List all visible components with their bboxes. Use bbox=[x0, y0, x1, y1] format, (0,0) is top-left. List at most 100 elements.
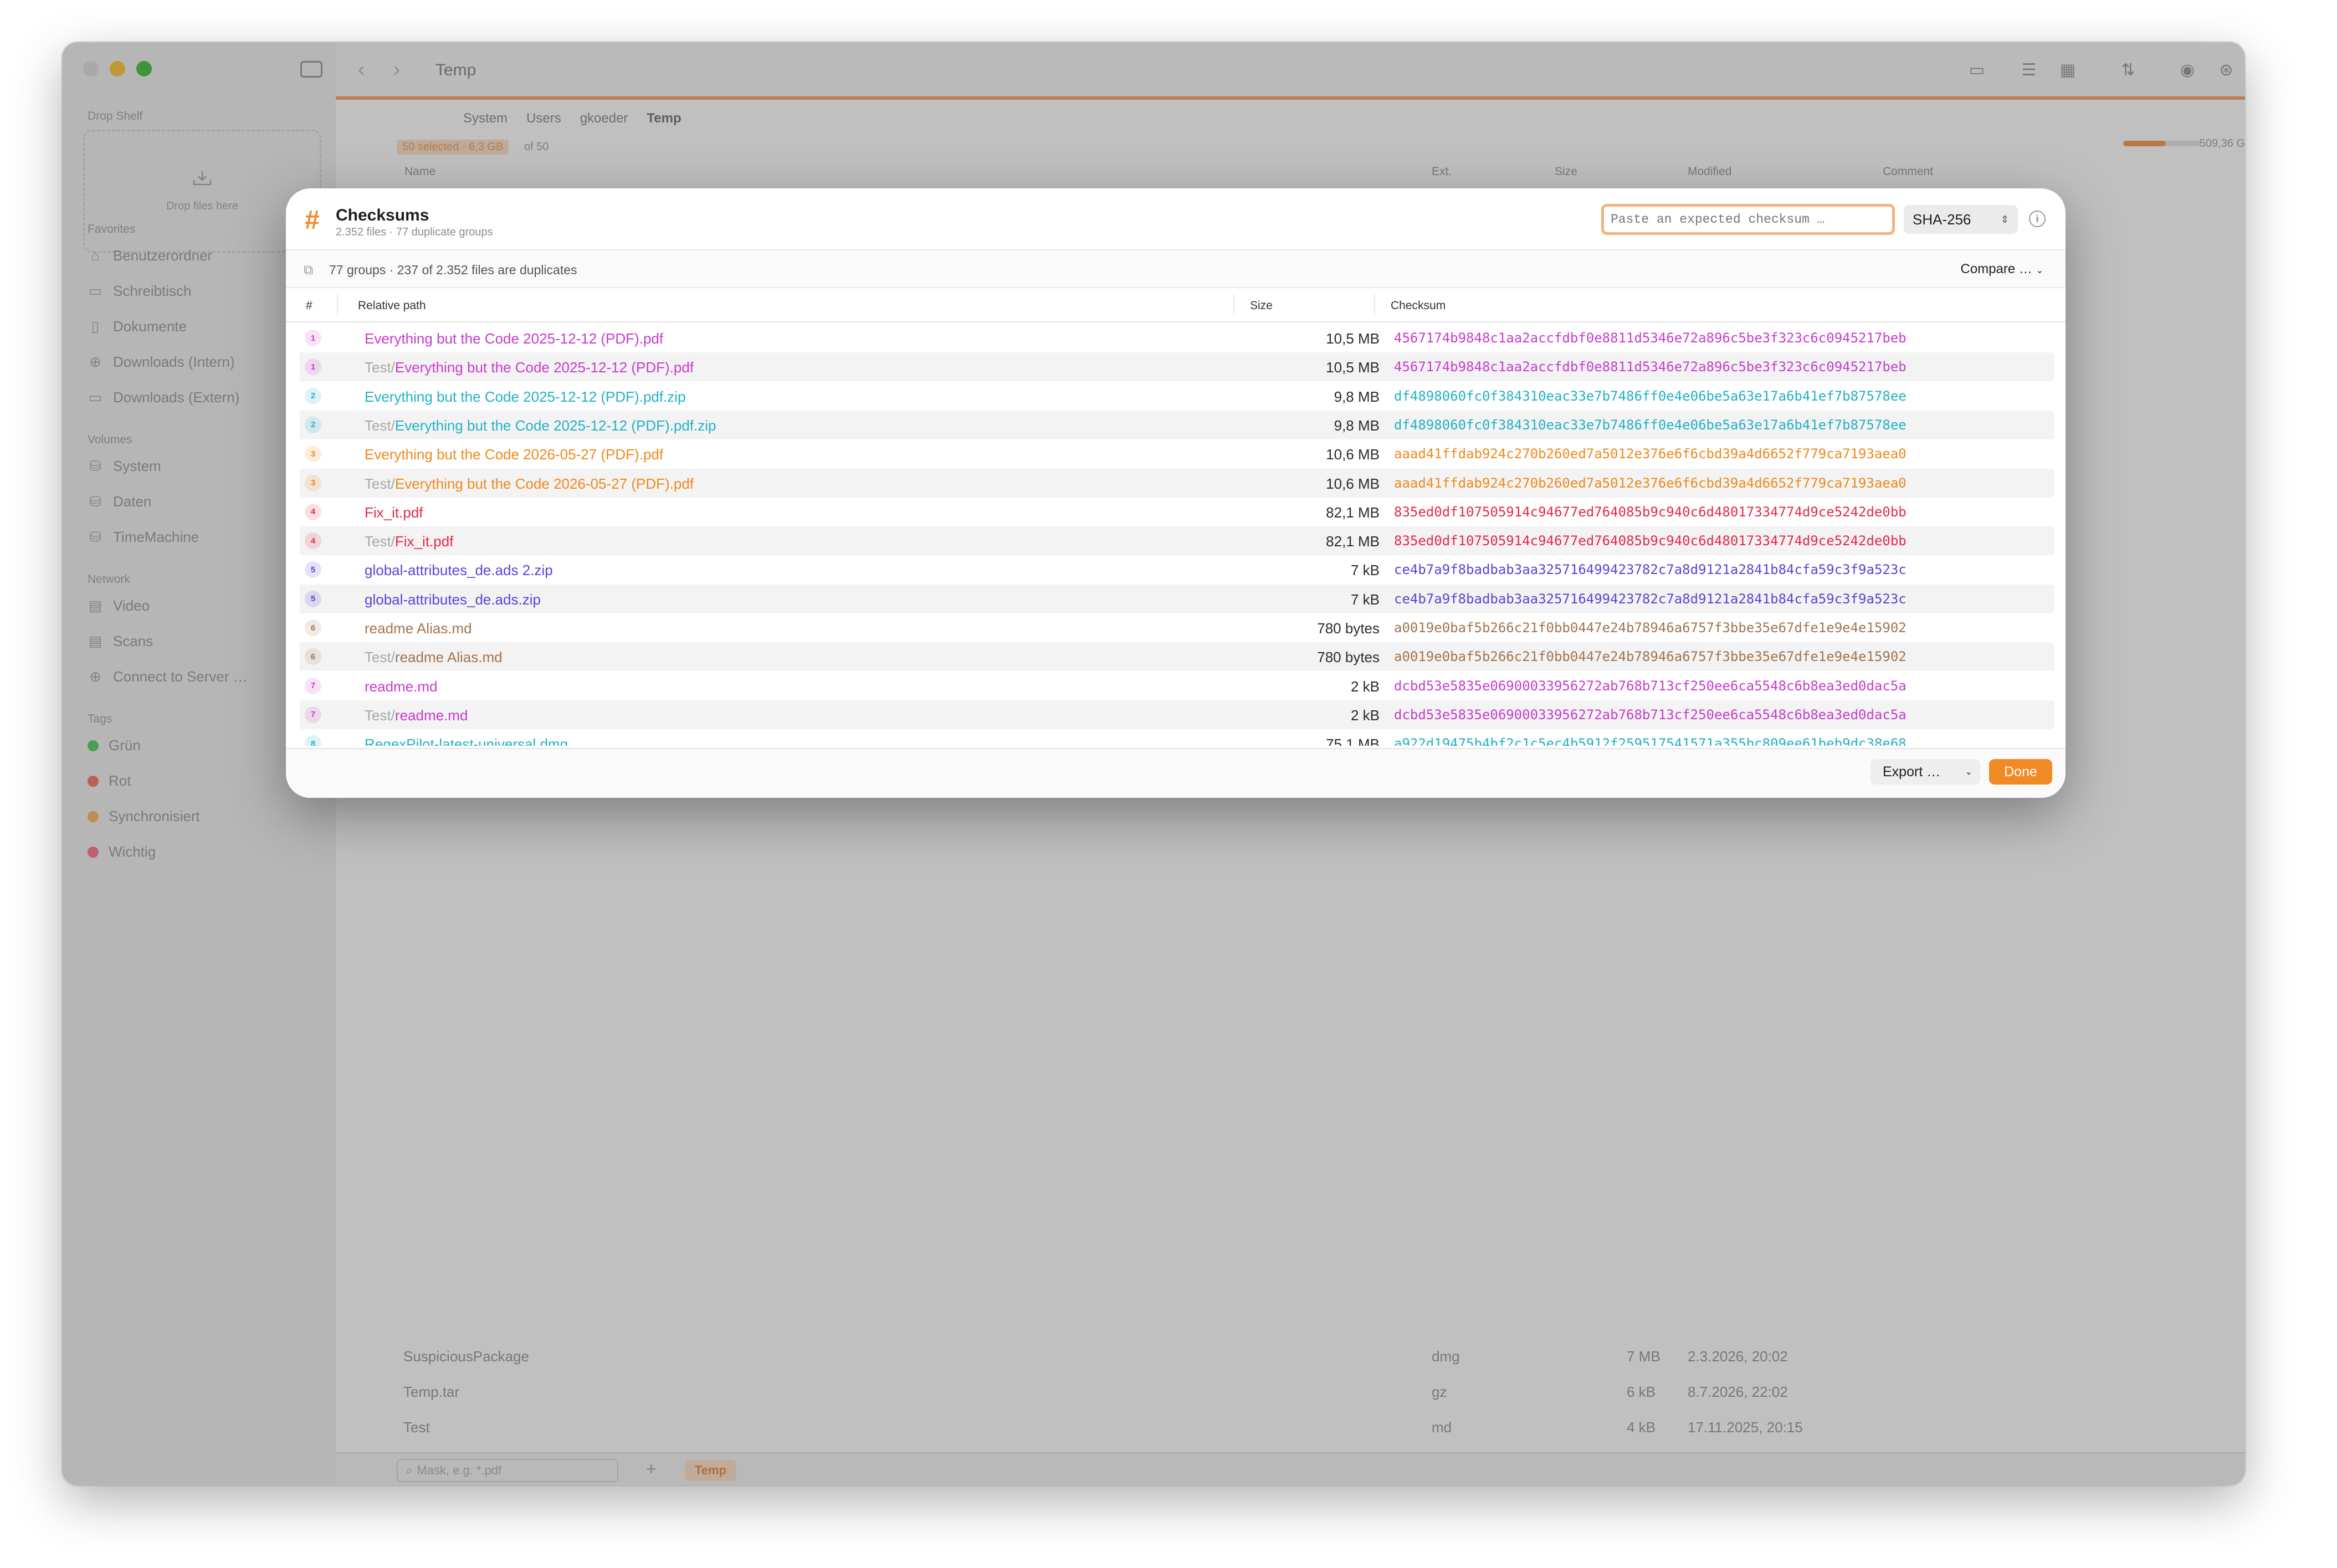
file-size: 75,1 MB bbox=[1326, 736, 1380, 746]
file-size: 780 bytes bbox=[1317, 620, 1380, 637]
column-divider bbox=[1374, 295, 1375, 315]
dialog-title: Checksums bbox=[336, 206, 429, 224]
file-size: 10,5 MB bbox=[1326, 359, 1380, 376]
checksum-value: ce4b7a9f8badbab3aa325716499423782c7a8d91… bbox=[1394, 591, 1906, 607]
group-badge: 8 bbox=[305, 735, 321, 746]
file-name: readme.md bbox=[394, 706, 468, 724]
table-row[interactable]: 5 global-attributes_de.ads.zip 7 kB ce4b7a9… bbox=[299, 584, 2054, 613]
checksum-value: dcbd53e5835e06900033956272ab768b713cf250… bbox=[1394, 678, 1906, 694]
relative-path: readme Alias.md bbox=[365, 620, 472, 637]
group-badge: 1 bbox=[305, 330, 321, 346]
file-name: RegexPilot-latest-universal.dmg bbox=[365, 736, 568, 746]
table-header: # Relative path Size Checksum bbox=[286, 287, 2066, 322]
relative-path: Fix_it.pdf bbox=[365, 504, 423, 521]
chevron-down-icon: ⌄ bbox=[1965, 767, 1972, 777]
duplicate-summary: 77 groups · 237 of 2.352 files are dupli… bbox=[329, 263, 577, 277]
file-name: readme Alias.md bbox=[365, 620, 472, 637]
file-size: 10,6 MB bbox=[1326, 446, 1380, 463]
file-name: readme Alias.md bbox=[394, 649, 503, 666]
checksum-value: a0019e0baf5b266c21f0bb0447e24b78946a6757… bbox=[1394, 649, 1906, 665]
file-name: Everything but the Code 2026-05-27 (PDF)… bbox=[394, 475, 694, 492]
table-row[interactable]: 4 Test/Fix_it.pdf 82,1 MB 835ed0df107505914… bbox=[299, 526, 2054, 556]
file-size: 2 kB bbox=[1350, 706, 1380, 724]
done-button[interactable]: Done bbox=[1989, 759, 2052, 785]
path-prefix: Test/ bbox=[365, 475, 395, 492]
checksum-value: 4567174b9848c1aa2accfdbf0e8811d5346e72a8… bbox=[1394, 359, 1906, 375]
checksum-value: df4898060fc0f384310eac33e7b7486ff0e4e06b… bbox=[1394, 417, 1906, 433]
table-row[interactable]: 3 Everything but the Code 2026-05-27 (PDF… bbox=[299, 439, 2054, 468]
column-divider bbox=[337, 295, 338, 315]
path-prefix: Test/ bbox=[365, 649, 395, 666]
group-badge: 3 bbox=[305, 445, 321, 463]
table-row[interactable]: 5 global-attributes_de.ads 2.zip 7 kB ce4b7… bbox=[299, 555, 2054, 584]
export-button[interactable]: Export … ⌄ bbox=[1870, 759, 1980, 785]
compare-menu-button[interactable]: Compare … ⌄ bbox=[1961, 262, 2043, 277]
relative-path: Everything but the Code 2025-12-12 (PDF)… bbox=[365, 330, 663, 347]
group-badge: 2 bbox=[305, 387, 321, 404]
file-name: Everything but the Code 2025-12-12 (PDF)… bbox=[365, 330, 664, 347]
relative-path: global-attributes_de.ads 2.zip bbox=[365, 562, 553, 579]
table-row[interactable]: 6 readme Alias.md 780 bytes a0019e0baf5b266… bbox=[299, 613, 2054, 642]
column-relative-path[interactable]: Relative path bbox=[358, 299, 426, 312]
table-row[interactable]: 1 Everything but the Code 2025-12-12 (PDF… bbox=[299, 324, 2054, 352]
checksum-value: aaad41ffdab924c270b260ed7a5012e376e6f6cb… bbox=[1394, 475, 1906, 491]
relative-path: Test/Everything but the Code 2025-12-12 … bbox=[365, 417, 716, 434]
file-name: global-attributes_de.ads 2.zip bbox=[365, 562, 553, 579]
table-row[interactable]: 7 Test/readme.md 2 kB dcbd53e5835e069000339… bbox=[299, 700, 2054, 729]
relative-path: global-attributes_de.ads.zip bbox=[365, 591, 541, 608]
relative-path: Test/Everything but the Code 2026-05-27 … bbox=[365, 475, 694, 493]
column-group-number[interactable]: # bbox=[306, 299, 312, 312]
relative-path: Test/readme Alias.md bbox=[365, 649, 503, 666]
file-size: 7 kB bbox=[1350, 591, 1380, 608]
compare-label: Compare … bbox=[1960, 262, 2032, 276]
checksum-value: 4567174b9848c1aa2accfdbf0e8811d5346e72a8… bbox=[1394, 330, 1906, 346]
checksum-value: dcbd53e5835e06900033956272ab768b713cf250… bbox=[1394, 706, 1906, 722]
file-name: Fix_it.pdf bbox=[365, 504, 423, 521]
table-row[interactable]: 7 readme.md 2 kB dcbd53e5835e06900033956272… bbox=[299, 672, 2054, 700]
group-badge: 2 bbox=[305, 416, 321, 433]
file-size: 780 bytes bbox=[1317, 649, 1380, 666]
group-badge: 1 bbox=[305, 358, 321, 376]
group-badge: 4 bbox=[305, 532, 321, 550]
file-name: Everything but the Code 2025-12-12 (PDF)… bbox=[394, 417, 716, 434]
file-name: Everything but the Code 2025-12-12 (PDF)… bbox=[365, 388, 686, 405]
group-badge: 5 bbox=[305, 561, 321, 578]
file-name: readme.md bbox=[365, 678, 438, 695]
checksums-dialog: # Checksums 2.352 files · 77 duplicate g… bbox=[286, 188, 2066, 798]
column-size[interactable]: Size bbox=[1250, 299, 1273, 312]
checksum-value: df4898060fc0f384310eac33e7b7486ff0e4e06b… bbox=[1394, 388, 1906, 404]
dialog-subtitle: 2.352 files · 77 duplicate groups bbox=[336, 226, 493, 238]
dialog-footer: Export … ⌄ Done bbox=[286, 748, 2066, 798]
path-prefix: Test/ bbox=[365, 706, 395, 724]
file-size: 82,1 MB bbox=[1326, 504, 1380, 521]
table-row[interactable]: 2 Test/Everything but the Code 2025-12-12… bbox=[299, 410, 2054, 439]
table-row[interactable]: 8 RegexPilot-latest-universal.dmg 75,1 MB a… bbox=[299, 729, 2054, 746]
table-row[interactable]: 4 Fix_it.pdf 82,1 MB 835ed0df107505914c9467… bbox=[299, 498, 2054, 526]
expected-checksum-input[interactable] bbox=[1601, 204, 1895, 235]
file-size: 9,8 MB bbox=[1334, 417, 1380, 434]
checksum-value: a0019e0baf5b266c21f0bb0447e24b78946a6757… bbox=[1394, 620, 1906, 636]
path-prefix: Test/ bbox=[365, 533, 395, 550]
updown-chevron-icon: ⇕ bbox=[2000, 213, 2009, 225]
hash-icon: # bbox=[305, 206, 320, 235]
column-divider bbox=[1233, 295, 1234, 315]
checksum-value: 835ed0df107505914c94677ed764085b9c940c6d… bbox=[1394, 533, 1906, 549]
group-badge: 5 bbox=[305, 590, 321, 607]
duplicate-icon: ⧉ bbox=[304, 263, 314, 278]
file-name: Everything but the Code 2026-05-27 (PDF)… bbox=[365, 446, 664, 463]
group-badge: 6 bbox=[305, 648, 321, 665]
table-row[interactable]: 3 Test/Everything but the Code 2026-05-27… bbox=[299, 468, 2054, 498]
algorithm-select[interactable]: SHA-256 ⇕ bbox=[1904, 205, 2018, 234]
column-checksum[interactable]: Checksum bbox=[1391, 299, 1446, 312]
group-badge: 7 bbox=[305, 677, 321, 694]
checksum-value: ce4b7a9f8badbab3aa325716499423782c7a8d91… bbox=[1394, 562, 1906, 578]
table-row[interactable]: 6 Test/readme Alias.md 780 bytes a0019e0baf… bbox=[299, 642, 2054, 672]
checksum-value: a922d19475b4bf2c1c5ec4b5912f259517541571… bbox=[1394, 736, 1906, 746]
table-row[interactable]: 2 Everything but the Code 2025-12-12 (PDF… bbox=[299, 382, 2054, 411]
table-row[interactable]: 1 Test/Everything but the Code 2025-12-12… bbox=[299, 352, 2054, 382]
relative-path: readme.md bbox=[365, 678, 438, 695]
info-icon[interactable]: i bbox=[2029, 211, 2046, 227]
file-name: Everything but the Code 2025-12-12 (PDF)… bbox=[394, 359, 694, 376]
relative-path: Everything but the Code 2025-12-12 (PDF)… bbox=[365, 388, 686, 406]
chevron-down-icon: ⌄ bbox=[2036, 266, 2043, 275]
